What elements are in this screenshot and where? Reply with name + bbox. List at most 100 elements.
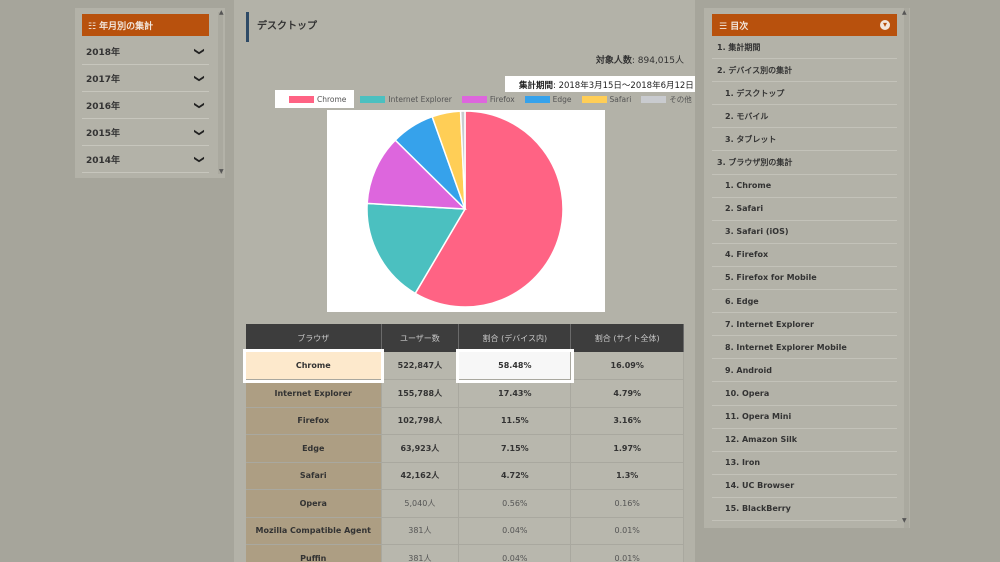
cell-browser[interactable]: Internet Explorer	[246, 379, 382, 408]
cell-browser[interactable]: Opera	[246, 489, 382, 518]
subject-value: : 894,015人	[631, 56, 684, 66]
toc-item[interactable]: 5. Firefox for Mobile	[712, 267, 897, 291]
cell-browser[interactable]: Mozilla Compatible Agent	[246, 517, 382, 545]
cell-users: 381人	[381, 544, 460, 562]
table-row[interactable]: Puffin 381人 0.04% 0.01%	[246, 544, 684, 562]
legend-swatch	[641, 95, 667, 103]
toc-scrollbar[interactable]	[904, 8, 909, 528]
table-row[interactable]: Edge 63,923人 7.15% 1.97%	[246, 434, 684, 463]
toc-item[interactable]: 8. Internet Explorer Mobile	[712, 336, 897, 360]
legend-label: Safari	[609, 94, 632, 104]
legend-swatch	[360, 95, 386, 103]
legend-item[interactable]: Edge	[524, 94, 572, 104]
cell-users: 522,847人	[381, 352, 460, 380]
cell-site-pct: 1.3%	[570, 462, 684, 490]
year-item[interactable]: 2014年 ❯	[82, 146, 209, 173]
cell-device-pct: 0.56%	[458, 489, 572, 518]
legend-swatch	[581, 95, 607, 103]
toc-item[interactable]: 1. Chrome	[712, 175, 897, 198]
year-archive-header: ☷ 年月別の集計	[82, 14, 209, 36]
cell-browser[interactable]: Safari	[246, 462, 382, 490]
table-row[interactable]: Firefox 102,798人 11.5% 3.16%	[246, 407, 684, 435]
toc-item[interactable]: 10. Opera	[712, 382, 897, 406]
table-row[interactable]: Mozilla Compatible Agent 381人 0.04% 0.01%	[246, 517, 684, 545]
cell-browser[interactable]: Chrome	[243, 349, 384, 383]
cell-browser[interactable]: Firefox	[246, 407, 382, 435]
toc-item[interactable]: 14. UC Browser	[712, 475, 897, 498]
year-archive-title: 年月別の集計	[99, 22, 154, 32]
cell-device-pct: 58.48%	[455, 349, 574, 383]
subject-label: 対象人数	[595, 56, 632, 66]
toc-item[interactable]: 2. デバイス別の集計	[712, 59, 897, 83]
toc-list: 1. 集計期間 2. デバイス別の集計 1. デスクトップ 2. モバイル 3. タブレ…	[712, 36, 897, 521]
toc-header[interactable]: ☰ 目次 ▾	[712, 14, 897, 36]
toc-item[interactable]: 3. ブラウザ別の集計	[712, 151, 897, 175]
toc-item[interactable]: 4. Firefox	[712, 244, 897, 267]
year-label: 2017年	[86, 74, 121, 85]
year-label: 2014年	[86, 155, 121, 166]
cell-browser[interactable]: Edge	[246, 434, 382, 463]
year-item[interactable]: 2015年 ❯	[82, 119, 209, 146]
scroll-down-icon[interactable]: ▼	[219, 168, 224, 175]
toc-item[interactable]: 2. Safari	[712, 198, 897, 221]
toc-item[interactable]: 7. Internet Explorer	[712, 313, 897, 337]
table-row[interactable]: Chrome 522,847人 58.48% 16.09%	[243, 349, 684, 383]
year-label: 2018年	[86, 47, 121, 58]
year-item[interactable]: 2018年 ❯	[82, 38, 209, 65]
chart-legend: Chrome Internet Explorer Firefox Edge Safari…	[275, 90, 702, 108]
column-header[interactable]: ブラウザ	[246, 324, 382, 352]
scroll-down-icon[interactable]: ▼	[902, 517, 907, 524]
column-header[interactable]: ユーザー数	[381, 324, 460, 352]
year-archive-sidebar: ☷ 年月別の集計 2018年 ❯ 2017年 ❯ 2016年 ❯ 2015年 ❯ 2014年 ❯	[75, 8, 225, 178]
legend-label: Edge	[552, 94, 572, 104]
toc-item[interactable]: 1. 集計期間	[712, 36, 897, 60]
cell-site-pct: 0.01%	[570, 517, 684, 545]
cell-site-pct: 3.16%	[570, 407, 684, 435]
toc-item[interactable]: 12. Amazon Silk	[712, 429, 897, 452]
toc-item[interactable]: 2. モバイル	[712, 105, 897, 129]
chevron-down-icon[interactable]: ❯	[193, 101, 204, 109]
chevron-down-icon[interactable]: ❯	[193, 47, 204, 55]
cell-site-pct: 4.79%	[570, 379, 684, 408]
chevron-down-icon[interactable]: ❯	[193, 155, 204, 163]
toc-item[interactable]: 9. Android	[712, 359, 897, 383]
toc-item[interactable]: 15. BlackBerry	[712, 498, 897, 521]
cell-users: 155,788人	[381, 379, 460, 408]
year-item[interactable]: 2017年 ❯	[82, 65, 209, 92]
table-row[interactable]: Internet Explorer 155,788人 17.43% 4.79%	[246, 379, 684, 408]
cell-site-pct: 16.09%	[570, 352, 684, 380]
legend-label: その他	[669, 94, 692, 104]
year-item[interactable]: 2016年 ❯	[82, 92, 209, 119]
toc-item[interactable]: 3. Safari (iOS)	[712, 221, 897, 244]
legend-item[interactable]: Firefox	[461, 95, 515, 104]
toc-sidebar: ☰ 目次 ▾ 1. 集計期間 2. デバイス別の集計 1. デスクトップ 2. モバイ…	[704, 8, 910, 528]
legend-swatch	[461, 95, 487, 103]
legend-item[interactable]: その他	[641, 94, 692, 105]
toc-title: 目次	[730, 21, 749, 32]
sidebar-scrollbar[interactable]	[218, 12, 223, 174]
legend-label: Internet Explorer	[388, 94, 452, 104]
cell-browser[interactable]: Puffin	[246, 544, 382, 562]
legend-item[interactable]: Internet Explorer	[360, 94, 452, 104]
table-header-row: ブラウザ ユーザー数 割合 (デバイス内) 割合 (サイト全体)	[246, 324, 684, 352]
cell-users: 102,798人	[381, 407, 460, 435]
scroll-up-icon[interactable]: ▲	[219, 9, 224, 16]
cell-site-pct: 0.16%	[570, 489, 684, 518]
chevron-down-icon[interactable]: ❯	[193, 74, 204, 82]
legend-item[interactable]: Safari	[581, 94, 632, 104]
table-row[interactable]: Opera 5,040人 0.56% 0.16%	[246, 489, 684, 518]
scroll-up-icon[interactable]: ▲	[902, 9, 907, 16]
toc-item[interactable]: 1. デスクトップ	[712, 82, 897, 106]
toc-item[interactable]: 11. Opera Mini	[712, 406, 897, 429]
legend-item[interactable]: Chrome	[275, 90, 355, 108]
table-row[interactable]: Safari 42,162人 4.72% 1.3%	[246, 462, 684, 490]
collapse-icon[interactable]: ▾	[880, 20, 890, 30]
toc-item[interactable]: 13. Iron	[712, 452, 897, 475]
toc-item[interactable]: 6. Edge	[712, 290, 897, 314]
chevron-down-icon[interactable]: ❯	[193, 128, 204, 136]
cell-device-pct: 17.43%	[458, 379, 572, 408]
column-header[interactable]: 割合 (デバイス内)	[458, 324, 572, 352]
cell-site-pct: 1.97%	[570, 434, 684, 463]
column-header[interactable]: 割合 (サイト全体)	[570, 324, 684, 352]
toc-item[interactable]: 3. タブレット	[712, 128, 897, 152]
